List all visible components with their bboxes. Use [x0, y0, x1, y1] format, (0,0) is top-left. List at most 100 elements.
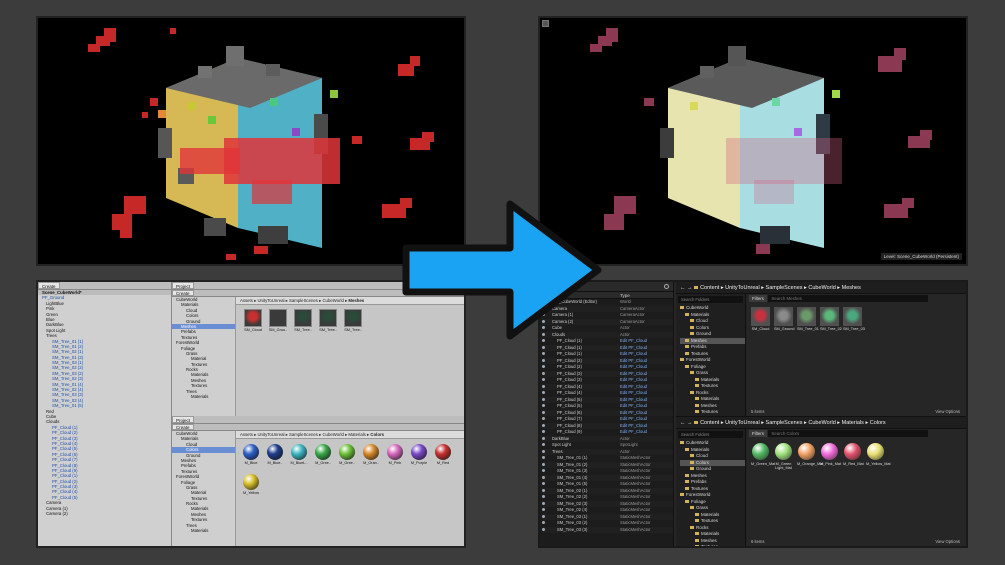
- folder-tree-2[interactable]: CubeWorld Materials Cloud Colors Ground Meshe…: [676, 440, 745, 546]
- mesh-asset[interactable]: SM_Grou..: [267, 309, 289, 332]
- material-asset[interactable]: M_BlueL..: [288, 443, 310, 465]
- visibility-eye-icon[interactable]: [542, 430, 545, 434]
- visibility-eye-icon[interactable]: [542, 462, 545, 466]
- breadcrumb-item[interactable]: UnityToUnreal: [257, 432, 284, 437]
- visibility-eye-icon[interactable]: [542, 371, 545, 375]
- breadcrumb-item[interactable]: UnityToUnreal: [257, 298, 284, 303]
- filters-button[interactable]: Filters: [749, 295, 767, 302]
- breadcrumb-item[interactable]: SampleScenes: [766, 285, 803, 291]
- visibility-eye-icon[interactable]: [542, 417, 545, 421]
- visibility-eye-icon[interactable]: [542, 514, 545, 518]
- breadcrumb-item[interactable]: Assets: [240, 432, 253, 437]
- search-colors-input[interactable]: Search Colors: [768, 430, 929, 437]
- breadcrumb-item[interactable]: Materials: [348, 432, 365, 437]
- mesh-asset[interactable]: SM_Tree_03: [843, 307, 865, 331]
- content-breadcrumb[interactable]: ← → Content ▸ UnityToUnreal ▸ SampleScen…: [676, 282, 966, 294]
- material-asset[interactable]: M_Oran..: [360, 443, 382, 465]
- material-asset[interactable]: M_Green Light_Mat: [774, 442, 793, 471]
- visibility-eye-icon[interactable]: [542, 482, 545, 486]
- breadcrumb-item[interactable]: Assets: [240, 298, 253, 303]
- material-asset[interactable]: M_Orange_Mat: [797, 442, 823, 466]
- breadcrumb-item[interactable]: CubeWorld: [322, 432, 343, 437]
- mesh-asset[interactable]: SM_Tree..: [292, 309, 314, 332]
- project-create-button-2[interactable]: Create: [172, 424, 194, 430]
- mesh-asset[interactable]: SM_Ground: [774, 307, 794, 331]
- visibility-eye-icon[interactable]: [542, 488, 545, 492]
- material-asset[interactable]: M_Blue: [240, 443, 262, 465]
- visibility-eye-icon[interactable]: [542, 397, 545, 401]
- mesh-asset[interactable]: SM_Tree..: [342, 309, 364, 332]
- breadcrumb-item[interactable]: Meshes: [842, 285, 861, 291]
- breadcrumb-item[interactable]: UnityToUnreal: [725, 285, 760, 291]
- filters-button-2[interactable]: Filters: [749, 430, 767, 437]
- visibility-eye-icon[interactable]: [542, 352, 545, 356]
- type-column-header[interactable]: Type: [620, 292, 630, 299]
- material-asset[interactable]: M_Gree..: [336, 443, 358, 465]
- breadcrumb-item[interactable]: CubeWorld: [808, 285, 835, 291]
- folder-tree[interactable]: CubeWorld Materials Cloud Colors Ground Meshe…: [676, 305, 745, 422]
- visibility-eye-icon[interactable]: [542, 527, 545, 531]
- content-breadcrumb-2[interactable]: ← → Content ▸ UnityToUnreal ▸ SampleScen…: [676, 417, 966, 429]
- material-asset[interactable]: M_Red_Mat: [843, 442, 864, 466]
- breadcrumb-item[interactable]: UnityToUnreal: [725, 420, 760, 426]
- breadcrumb-item[interactable]: Colors: [870, 420, 886, 426]
- material-asset[interactable]: M_Purple: [408, 443, 430, 465]
- mesh-asset[interactable]: SM_Cloud: [242, 309, 264, 332]
- viewport-menu-button[interactable]: [542, 20, 549, 27]
- project-tab[interactable]: Project: [172, 282, 195, 289]
- project-tab-2[interactable]: Project: [172, 416, 195, 423]
- material-asset[interactable]: M_Pink: [384, 443, 406, 465]
- breadcrumb-2[interactable]: Assets ▸ UnityToUnreal ▸ SampleScenes ▸ …: [236, 431, 464, 439]
- material-asset[interactable]: M_Green_Mat: [751, 442, 775, 466]
- visibility-eye-icon[interactable]: [542, 456, 545, 460]
- project-create-button[interactable]: Create: [172, 290, 194, 296]
- visibility-eye-icon[interactable]: [542, 469, 545, 473]
- project-folder-tree-2[interactable]: CubeWorld Materials Cloud Colors Ground Meshe…: [172, 431, 236, 546]
- search-folders-input-2[interactable]: Search Folders: [678, 431, 743, 438]
- breadcrumb-item[interactable]: SampleScenes: [289, 298, 318, 303]
- visibility-eye-icon[interactable]: [542, 475, 545, 479]
- visibility-eye-icon[interactable]: [542, 378, 545, 382]
- view-options-button[interactable]: View Options: [935, 409, 960, 414]
- breadcrumb-item[interactable]: Content: [700, 285, 719, 291]
- material-asset[interactable]: M_Blue..: [264, 443, 286, 465]
- nav-back-icon[interactable]: ← →: [680, 420, 694, 426]
- breadcrumb-item[interactable]: Content: [700, 420, 719, 426]
- view-options-button-2[interactable]: View Options: [935, 539, 960, 544]
- hierarchy-list[interactable]: Scene_CubeWorld* PF_Ground LightBlue Pink Gr…: [38, 290, 171, 516]
- visibility-eye-icon[interactable]: [542, 410, 545, 414]
- breadcrumb-item[interactable]: SampleScenes: [289, 432, 318, 437]
- material-asset[interactable]: M_Yellow_Mat: [866, 442, 891, 466]
- visibility-eye-icon[interactable]: [542, 521, 545, 525]
- visibility-eye-icon[interactable]: [542, 443, 545, 447]
- material-asset[interactable]: M_Yellow: [240, 473, 262, 495]
- project-folder-tree[interactable]: CubeWorld Materials Cloud Colors Ground Meshe…: [172, 297, 236, 416]
- search-folders-input[interactable]: Search Folders: [678, 296, 743, 303]
- visibility-eye-icon[interactable]: [542, 501, 545, 505]
- mesh-asset[interactable]: SM_Tree_01: [797, 307, 819, 331]
- breadcrumb-item[interactable]: Colors: [370, 432, 384, 437]
- folder-item[interactable]: Materials: [172, 528, 235, 533]
- create-button[interactable]: Create: [38, 282, 60, 289]
- mesh-asset[interactable]: SM_Tree_02: [820, 307, 842, 331]
- breadcrumb-item[interactable]: CubeWorld: [322, 298, 343, 303]
- material-asset[interactable]: M_Pink_Mat: [820, 442, 841, 466]
- breadcrumb-item[interactable]: SampleScenes: [766, 420, 803, 426]
- visibility-eye-icon[interactable]: [542, 345, 545, 349]
- breadcrumb-item[interactable]: Meshes: [348, 298, 364, 303]
- nav-back-icon[interactable]: ← →: [680, 285, 694, 291]
- visibility-eye-icon[interactable]: [542, 358, 545, 362]
- visibility-eye-icon[interactable]: [542, 365, 545, 369]
- hierarchy-item[interactable]: Camera (2): [38, 511, 171, 516]
- material-asset[interactable]: M_Gree..: [312, 443, 334, 465]
- visibility-eye-icon[interactable]: [542, 436, 545, 440]
- breadcrumb-item[interactable]: CubeWorld: [808, 420, 835, 426]
- breadcrumb-item[interactable]: Materials: [842, 420, 864, 426]
- visibility-eye-icon[interactable]: [542, 449, 545, 453]
- visibility-eye-icon[interactable]: [542, 391, 545, 395]
- visibility-eye-icon[interactable]: [542, 495, 545, 499]
- mesh-asset[interactable]: SM_Tree..: [317, 309, 339, 332]
- material-asset[interactable]: M_Red: [432, 443, 454, 465]
- mesh-asset[interactable]: SM_Cloud: [751, 307, 770, 331]
- visibility-eye-icon[interactable]: [542, 423, 545, 427]
